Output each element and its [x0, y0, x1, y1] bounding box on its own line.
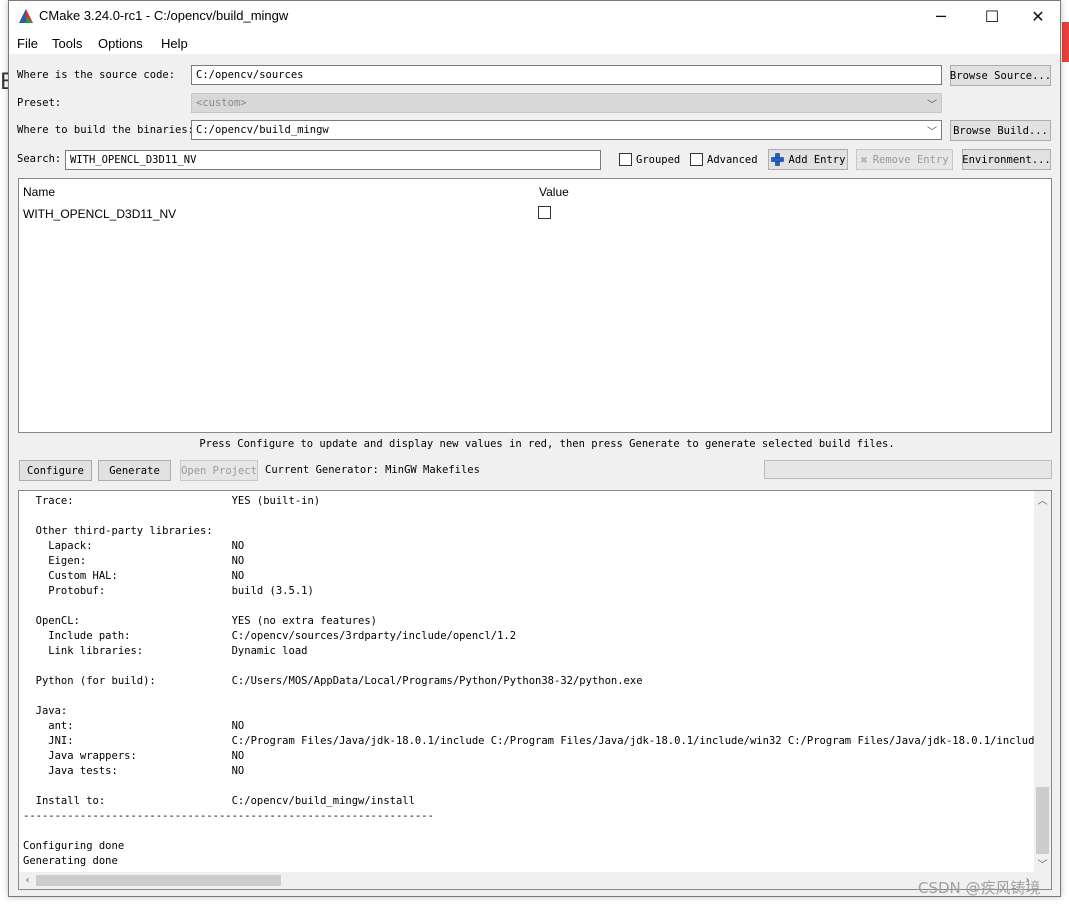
background-window-edge: B	[0, 70, 8, 95]
configure-button[interactable]: Configure	[19, 460, 92, 481]
column-header-name[interactable]: Name	[23, 185, 55, 199]
output-text: Trace: YES (built-in) Other third-party …	[23, 495, 1041, 867]
vertical-scroll-thumb[interactable]	[1036, 787, 1049, 854]
generate-button[interactable]: Generate	[98, 460, 171, 481]
preset-label: Preset:	[17, 97, 62, 109]
environment-button[interactable]: Environment...	[962, 149, 1051, 170]
grouped-checkbox[interactable]	[619, 153, 632, 166]
menu-tools[interactable]: Tools	[52, 36, 82, 51]
remove-entry-button: ✖ Remove Entry	[856, 149, 953, 170]
menu-options[interactable]: Options	[98, 36, 143, 51]
vertical-scrollbar[interactable]: ︿ ﹀	[1034, 491, 1051, 872]
background-window-edge-right	[1062, 22, 1069, 62]
browse-build-button[interactable]: Browse Build...	[950, 120, 1051, 141]
close-button[interactable]: ✕	[1015, 1, 1061, 32]
scroll-left-icon[interactable]: ‹	[19, 872, 36, 889]
watermark: CSDN @疾风铸境	[918, 879, 1041, 897]
chevron-down-icon[interactable]: ﹀	[927, 123, 937, 138]
add-entry-label: Add Entry	[788, 153, 846, 166]
remove-entry-label: Remove Entry	[872, 153, 949, 166]
grouped-label: Grouped	[636, 154, 681, 166]
preset-value: <custom>	[196, 97, 247, 109]
minimize-button[interactable]: ─	[918, 1, 964, 32]
build-label: Where to build the binaries:	[17, 124, 195, 136]
column-header-value[interactable]: Value	[539, 185, 569, 199]
progress-bar	[764, 460, 1052, 479]
window-title: CMake 3.24.0-rc1 - C:/opencv/build_mingw	[39, 8, 289, 23]
search-input[interactable]: WITH_OPENCL_D3D11_NV	[65, 150, 601, 170]
scroll-down-icon[interactable]: ﹀	[1034, 855, 1051, 872]
scroll-up-icon[interactable]: ︿	[1034, 491, 1051, 508]
plus-icon	[770, 153, 784, 166]
current-generator-label: Current Generator: MinGW Makefiles	[265, 464, 480, 476]
cache-entries-table[interactable]: Name Value WITH_OPENCL_D3D11_NV	[18, 178, 1052, 433]
entry-name[interactable]: WITH_OPENCL_D3D11_NV	[23, 207, 176, 221]
preset-combo: <custom> ﹀	[191, 93, 942, 113]
menu-file[interactable]: File	[17, 36, 38, 51]
title-bar[interactable]: CMake 3.24.0-rc1 - C:/opencv/build_mingw…	[9, 1, 1060, 32]
advanced-checkbox[interactable]	[690, 153, 703, 166]
build-path-value: C:/opencv/build_mingw	[196, 124, 329, 136]
menu-help[interactable]: Help	[161, 36, 188, 51]
configure-hint: Press Configure to update and display ne…	[199, 438, 895, 450]
entry-value-checkbox[interactable]	[538, 206, 551, 219]
horizontal-scroll-thumb[interactable]	[36, 875, 281, 886]
chevron-down-icon: ﹀	[927, 100, 937, 111]
search-label: Search:	[17, 153, 62, 165]
maximize-button[interactable]: ☐	[969, 1, 1015, 32]
cmake-logo-icon	[19, 9, 33, 23]
menu-bar: File Tools Options Help	[9, 32, 1060, 54]
source-path-field[interactable]: C:/opencv/sources	[191, 65, 942, 85]
open-project-button: Open Project	[180, 460, 258, 481]
horizontal-scrollbar[interactable]: ‹ ›	[19, 872, 1036, 889]
source-label: Where is the source code:	[17, 69, 176, 81]
advanced-label: Advanced	[707, 154, 758, 166]
cmake-window: CMake 3.24.0-rc1 - C:/opencv/build_mingw…	[8, 0, 1061, 897]
build-path-combo[interactable]: C:/opencv/build_mingw ﹀	[191, 120, 942, 140]
browse-source-button[interactable]: Browse Source...	[950, 65, 1051, 86]
add-entry-button[interactable]: Add Entry	[768, 149, 848, 170]
output-log[interactable]: Trace: YES (built-in) Other third-party …	[18, 490, 1052, 890]
remove-icon: ✖	[860, 152, 868, 167]
